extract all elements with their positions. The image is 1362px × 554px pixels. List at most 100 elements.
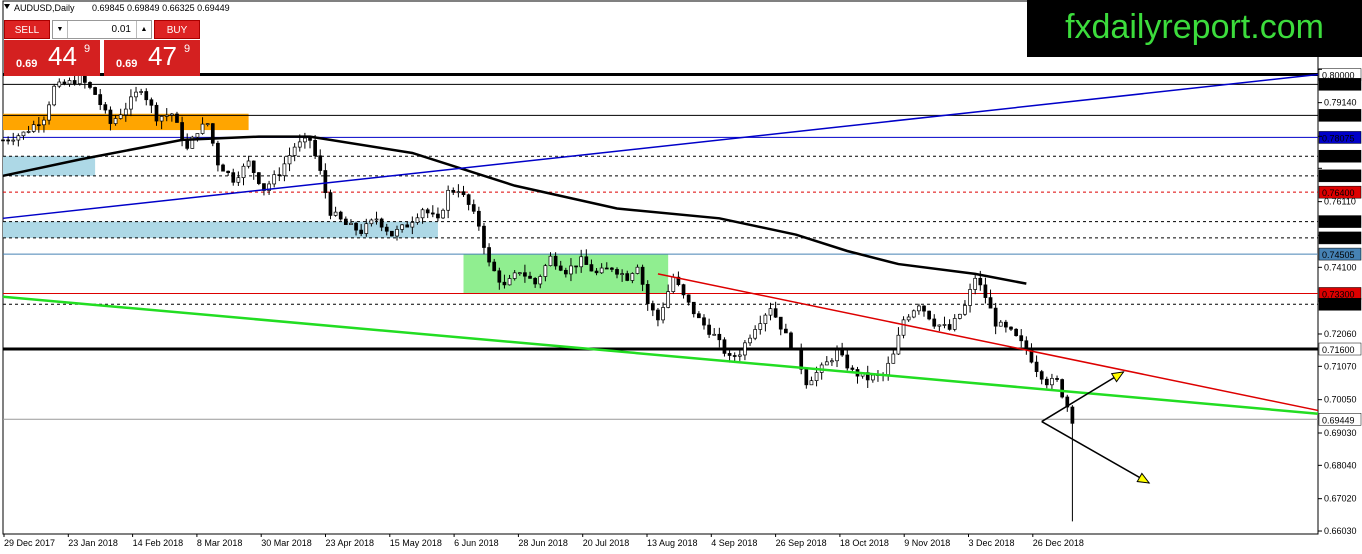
candle-body bbox=[973, 277, 978, 290]
candle-body bbox=[835, 349, 839, 362]
candle-body bbox=[630, 273, 635, 281]
x-tick-label-8: 28 Jun 2018 bbox=[518, 538, 568, 548]
level-label-8: 0.75000 bbox=[1322, 234, 1355, 244]
one-click-trading-panel: SELL ▼ 0.01 ▲ BUY 0.69 44 9 0.69 47 9 bbox=[4, 20, 200, 76]
y-tick-label-14: 0.66030 bbox=[1324, 526, 1357, 536]
candle-body bbox=[574, 265, 578, 268]
candle-body bbox=[297, 141, 302, 148]
candle-body bbox=[1070, 406, 1075, 424]
candle-body bbox=[323, 170, 328, 193]
candle-body bbox=[36, 124, 41, 127]
candle-body bbox=[957, 313, 962, 319]
candle-body bbox=[1009, 326, 1013, 330]
candle-body bbox=[748, 337, 752, 344]
candle-body bbox=[517, 272, 522, 275]
candle-body bbox=[773, 308, 778, 318]
candle-body bbox=[200, 123, 205, 134]
candle-body bbox=[1019, 335, 1024, 342]
candle-body bbox=[400, 224, 404, 230]
candle-body bbox=[656, 309, 660, 321]
candle-body bbox=[640, 266, 645, 285]
sell-quote[interactable]: 0.69 44 9 bbox=[4, 40, 100, 76]
candle-body bbox=[471, 204, 476, 212]
symbol-label: AUDUSD,Daily bbox=[14, 3, 75, 13]
candle-body bbox=[303, 137, 307, 143]
candle-body bbox=[487, 247, 491, 263]
sell-quote-fraction: 9 bbox=[84, 43, 91, 55]
level-label-1: 0.79700 bbox=[1322, 80, 1355, 90]
candle-body bbox=[569, 265, 573, 275]
candle-body bbox=[390, 230, 394, 237]
candle-body bbox=[732, 355, 737, 357]
candle-body bbox=[1050, 378, 1054, 386]
candle-body bbox=[661, 307, 665, 321]
candle-body bbox=[77, 74, 82, 85]
buy-quote-fraction: 9 bbox=[184, 43, 191, 55]
candle-body bbox=[395, 229, 399, 237]
candle-body bbox=[441, 209, 445, 219]
candle-body bbox=[103, 104, 108, 111]
candle-body bbox=[170, 113, 174, 116]
candle-body bbox=[553, 255, 558, 267]
buy-quote[interactable]: 0.69 47 9 bbox=[104, 40, 200, 76]
candle-body bbox=[313, 140, 317, 157]
candle-body bbox=[543, 265, 548, 277]
candle-body bbox=[21, 131, 26, 137]
x-tick-label-3: 8 Mar 2018 bbox=[197, 538, 243, 548]
candle-body bbox=[799, 347, 804, 370]
candle-body bbox=[891, 353, 896, 364]
candle-body bbox=[968, 289, 972, 306]
y-tick-label-10: 0.70050 bbox=[1324, 395, 1357, 405]
candle-body bbox=[620, 273, 624, 275]
candle-body bbox=[625, 273, 630, 281]
sell-button[interactable]: SELL bbox=[4, 20, 50, 39]
lot-decrease-icon[interactable]: ▼ bbox=[53, 21, 68, 38]
candle-body bbox=[210, 123, 215, 144]
lot-increase-icon[interactable]: ▲ bbox=[136, 21, 151, 38]
candle-body bbox=[1034, 361, 1039, 372]
candle-body bbox=[512, 272, 517, 279]
price-axis: 0.800000.797000.787500.780750.775000.769… bbox=[1318, 68, 1362, 536]
candle-body bbox=[702, 317, 706, 326]
candle-body bbox=[272, 174, 277, 185]
candle-body bbox=[737, 354, 742, 357]
candle-body bbox=[814, 372, 819, 382]
candle-body bbox=[205, 123, 210, 125]
candle-body bbox=[134, 91, 138, 98]
candle-body bbox=[579, 256, 584, 268]
buy-button[interactable]: BUY bbox=[154, 20, 200, 39]
candle-body bbox=[712, 333, 717, 336]
candle-body bbox=[113, 118, 118, 124]
candle-body bbox=[727, 353, 732, 356]
candle-body bbox=[456, 191, 461, 194]
candle-body bbox=[159, 116, 164, 122]
candle-body bbox=[251, 160, 256, 173]
candle-body bbox=[753, 329, 758, 339]
level-label-10: 0.73300 bbox=[1322, 289, 1355, 299]
candle-body bbox=[671, 276, 676, 292]
candle-body bbox=[947, 324, 952, 330]
level-label-9: 0.74505 bbox=[1322, 250, 1355, 260]
candle-body bbox=[809, 380, 814, 386]
level-label-12: 0.71600 bbox=[1322, 345, 1355, 355]
candle-body bbox=[287, 155, 292, 165]
candle-body bbox=[31, 124, 36, 132]
lot-value[interactable]: 0.01 bbox=[112, 21, 131, 38]
candle-body bbox=[277, 174, 282, 177]
candle-body bbox=[896, 334, 901, 355]
y-tick-label-6: 0.74100 bbox=[1324, 262, 1357, 272]
candle-body bbox=[420, 209, 425, 219]
lot-size-field[interactable]: ▼ 0.01 ▲ bbox=[52, 20, 152, 39]
candle-body bbox=[922, 305, 926, 312]
candle-body bbox=[743, 342, 747, 356]
candle-body bbox=[768, 308, 773, 316]
candle-body bbox=[942, 324, 947, 326]
candle-body bbox=[901, 319, 906, 336]
candle-body bbox=[952, 318, 957, 330]
ohlc-readout: 0.69845 0.69849 0.66325 0.69449 bbox=[92, 3, 230, 13]
candle-body bbox=[482, 225, 486, 248]
candle-body bbox=[236, 177, 241, 183]
candle-body bbox=[6, 139, 10, 142]
candle-body bbox=[932, 318, 937, 327]
candle-body bbox=[129, 96, 133, 110]
